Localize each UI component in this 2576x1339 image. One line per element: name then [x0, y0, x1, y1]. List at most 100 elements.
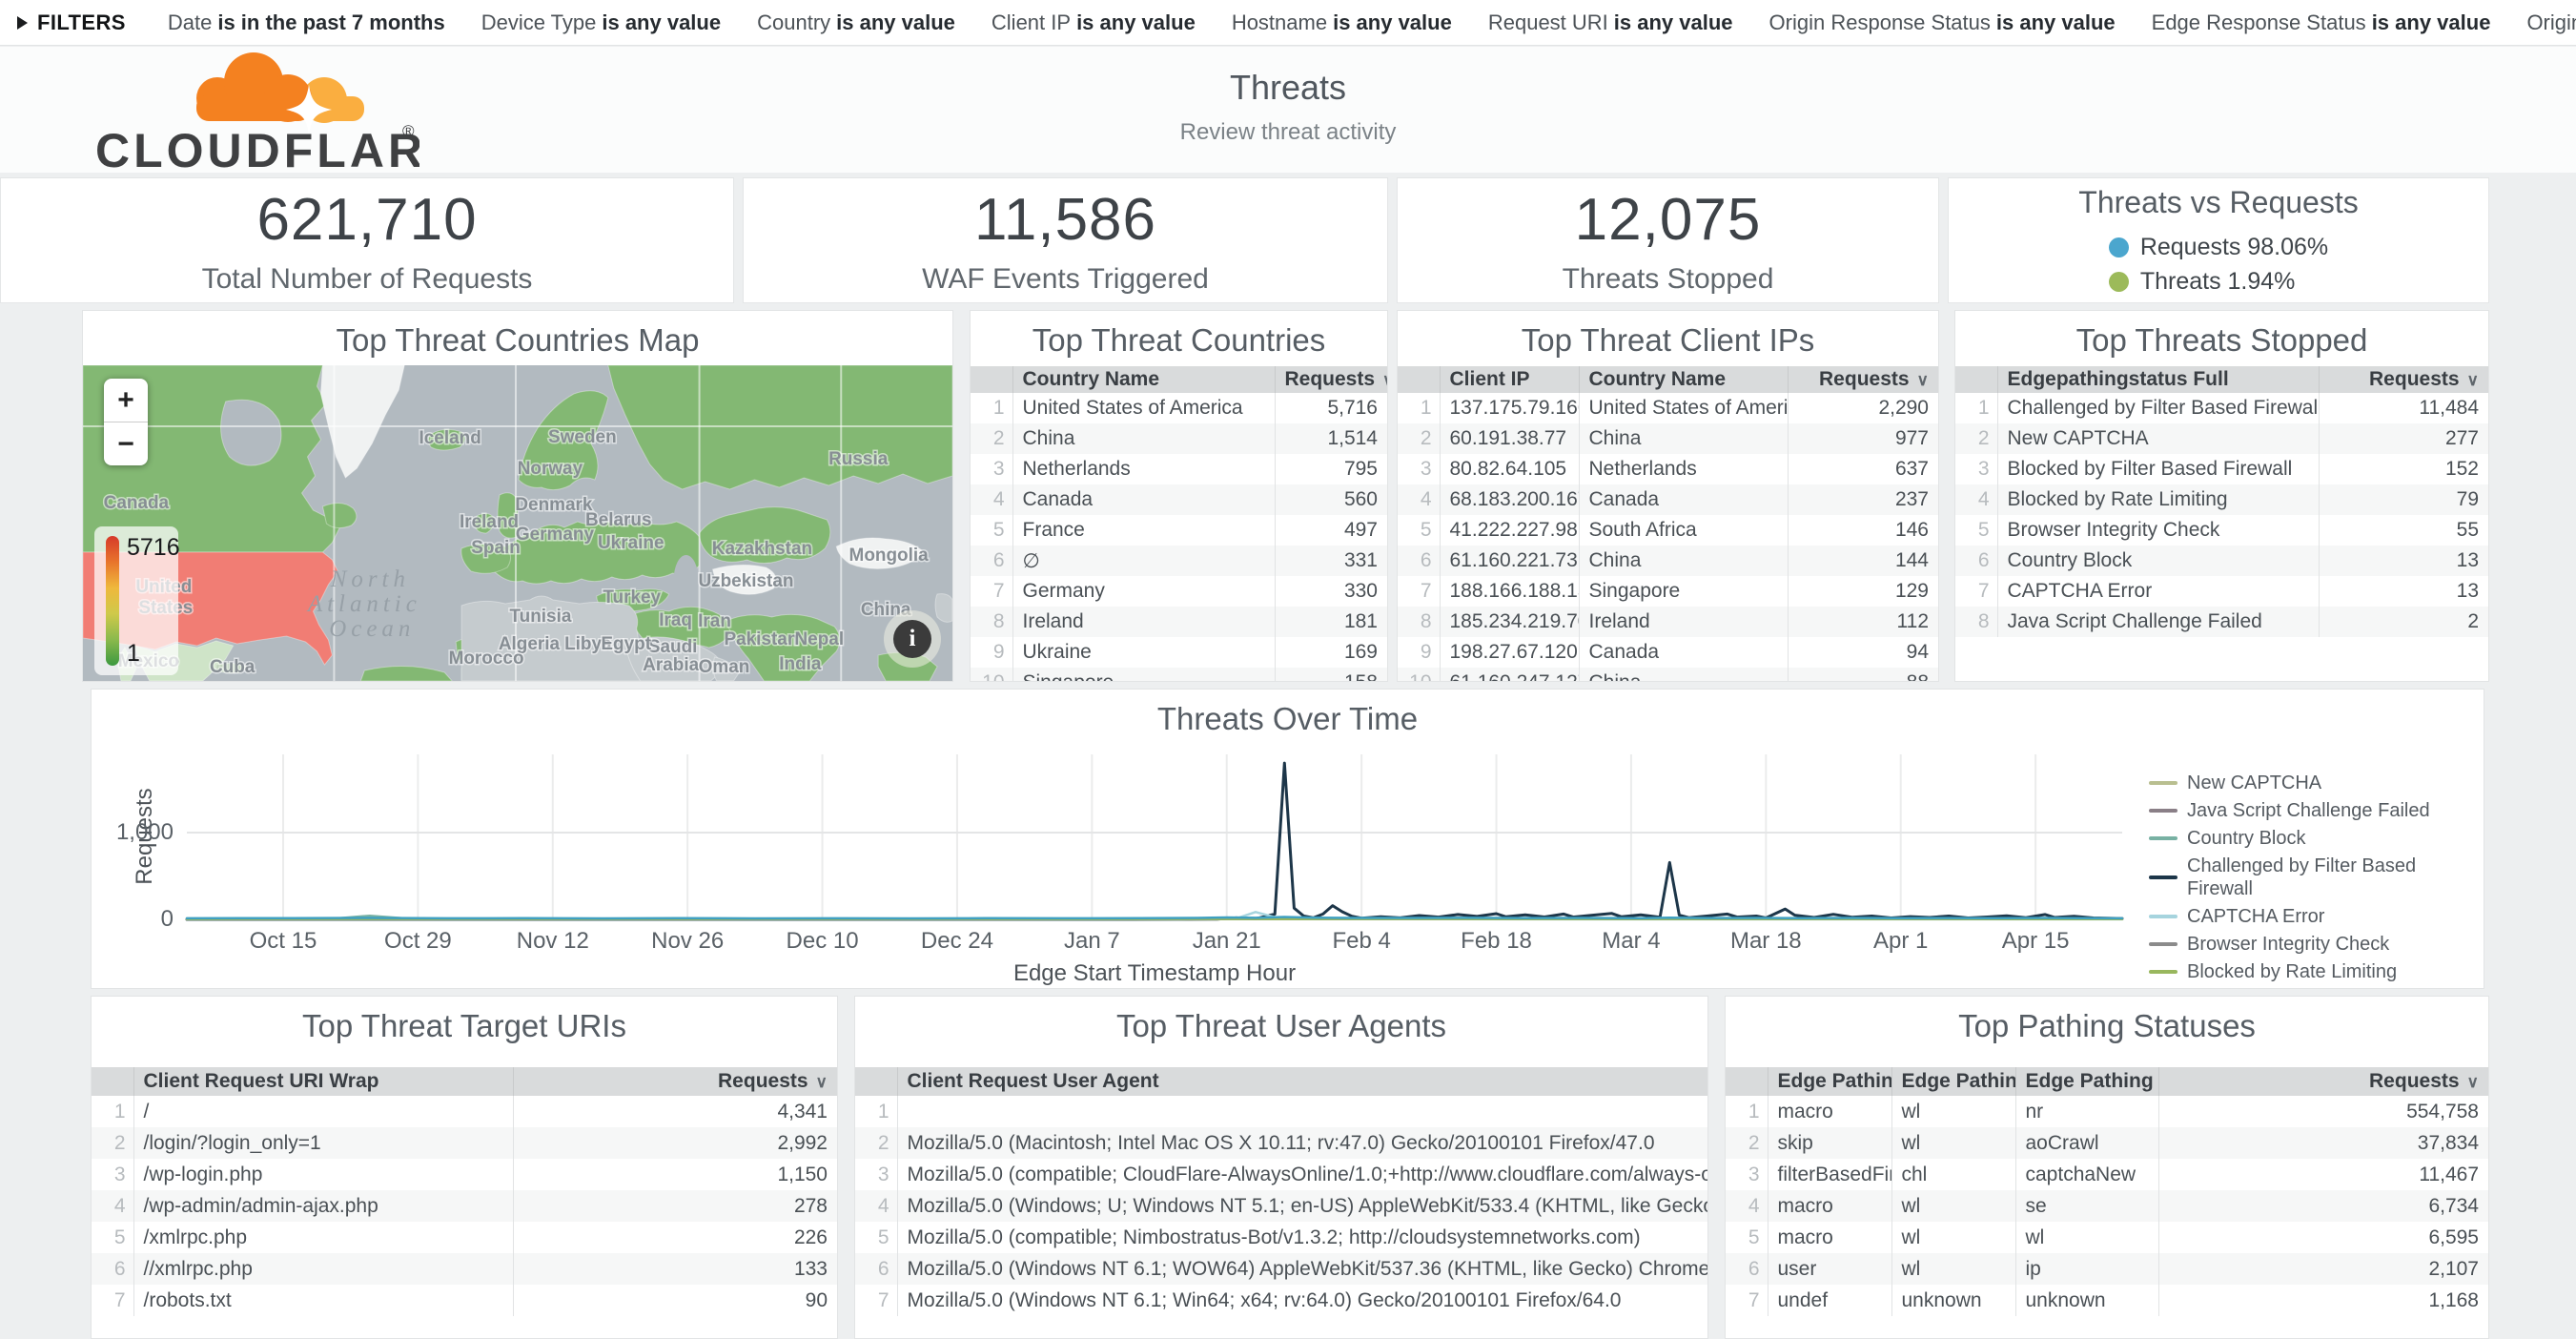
- chart-legend-item[interactable]: New CAPTCHA: [2149, 772, 2484, 794]
- filter-pill[interactable]: Device Typeis any value: [481, 10, 721, 35]
- table-row[interactable]: 6Country Block13: [1955, 546, 2488, 576]
- table-row[interactable]: 2Mozilla/5.0 (Macintosh; Intel Mac OS X …: [855, 1127, 1707, 1159]
- table-row[interactable]: 468.183.200.167Canada237: [1398, 484, 1938, 515]
- table-row[interactable]: 8Java Script Challenge Failed2: [1955, 607, 2488, 637]
- filters-toggle[interactable]: FILTERS: [17, 10, 126, 35]
- column-header[interactable]: Country Name: [1012, 366, 1275, 393]
- chart-legend-item[interactable]: Country Block: [2149, 827, 2484, 850]
- table-row[interactable]: 9198.27.67.120Canada94: [1398, 637, 1938, 668]
- x-tick-label: Feb 18: [1461, 928, 1532, 955]
- table-row[interactable]: 4Mozilla/5.0 (Windows; U; Windows NT 5.1…: [855, 1190, 1707, 1222]
- table-row[interactable]: 1United States of America5,716: [971, 393, 1387, 423]
- table-row[interactable]: 3/wp-login.php1,150: [92, 1159, 837, 1190]
- chart-legend-item[interactable]: Browser Integrity Check: [2149, 933, 2484, 956]
- table-row[interactable]: 3Mozilla/5.0 (compatible; CloudFlare-Alw…: [855, 1159, 1707, 1190]
- table-row[interactable]: 7Germany330: [971, 576, 1387, 607]
- table-row[interactable]: 5/xmlrpc.php226: [92, 1222, 837, 1253]
- series-color-swatch-icon: [2149, 836, 2177, 840]
- table-row[interactable]: 541.222.227.98South Africa146: [1398, 515, 1938, 546]
- chart-legend-item[interactable]: Blocked by Filter Based Firewall: [2149, 988, 2484, 989]
- table-row[interactable]: 7188.166.188.152Singapore129: [1398, 576, 1938, 607]
- table-row[interactable]: 6∅331: [971, 546, 1387, 576]
- column-header[interactable]: Requests∨: [2319, 366, 2488, 393]
- table-row[interactable]: 5macrowlwl6,595: [1726, 1222, 2488, 1253]
- map-zoom-out-button[interactable]: −: [104, 422, 148, 465]
- table-row[interactable]: 3Netherlands795: [971, 454, 1387, 484]
- table-row[interactable]: 1137.175.79.166United States of America2…: [1398, 393, 1938, 423]
- table-row[interactable]: 260.191.38.77China977: [1398, 423, 1938, 454]
- column-header[interactable]: Edge Pathing Src: [1768, 1067, 1891, 1096]
- table-row[interactable]: 4Canada560: [971, 484, 1387, 515]
- table-row[interactable]: 10Singapore158: [971, 668, 1387, 682]
- map-zoom-in-button[interactable]: +: [104, 379, 148, 422]
- filter-pill[interactable]: Hostnameis any value: [1232, 10, 1452, 35]
- column-header[interactable]: Client Request URI Wrap: [133, 1067, 513, 1096]
- chart-plot-area[interactable]: [187, 754, 2122, 919]
- table-row[interactable]: 5France497: [971, 515, 1387, 546]
- table-row[interactable]: 1Challenged by Filter Based Firewall11,4…: [1955, 393, 2488, 423]
- filter-pill[interactable]: Countryis any value: [757, 10, 955, 35]
- table-row[interactable]: 5Browser Integrity Check55: [1955, 515, 2488, 546]
- chart-legend-item[interactable]: Java Script Challenge Failed: [2149, 799, 2484, 822]
- world-map[interactable]: NorthAtlanticOceanCanadaUnitedStatesMexi…: [83, 365, 952, 681]
- column-header[interactable]: Edge Pathing Status: [2015, 1067, 2158, 1096]
- column-header[interactable]: Requests∨: [2158, 1067, 2488, 1096]
- table-row[interactable]: 4Blocked by Rate Limiting79: [1955, 484, 2488, 515]
- table-row[interactable]: 2New CAPTCHA277: [1955, 423, 2488, 454]
- table-row[interactable]: 5Mozilla/5.0 (compatible; Nimbostratus-B…: [855, 1222, 1707, 1253]
- table-row[interactable]: 2/login/?login_only=12,992: [92, 1127, 837, 1159]
- table-row[interactable]: 2China1,514: [971, 423, 1387, 454]
- table-row[interactable]: 1061.160.247.127China88: [1398, 668, 1938, 682]
- top-pathing-statuses-tile: Top Pathing Statuses Edge Pathing SrcEdg…: [1725, 996, 2489, 1339]
- filter-pill[interactable]: Origin IPis any value: [2526, 10, 2576, 35]
- table-row[interactable]: 4macrowlse6,734: [1726, 1190, 2488, 1222]
- table-row[interactable]: 4/wp-admin/admin-ajax.php278: [92, 1190, 837, 1222]
- table-row[interactable]: 6userwlip2,107: [1726, 1253, 2488, 1285]
- table-row[interactable]: 8185.234.219.70Ireland112: [1398, 607, 1938, 637]
- filter-pill[interactable]: Origin Response Statusis any value: [1769, 10, 2116, 35]
- column-header[interactable]: Country Name: [1579, 366, 1788, 393]
- filter-pill[interactable]: Request URIis any value: [1488, 10, 1733, 35]
- column-header[interactable]: Client Request User Agent: [897, 1067, 1707, 1096]
- top-threat-user-agents-table[interactable]: Client Request User Agent12Mozilla/5.0 (…: [855, 1067, 1707, 1316]
- column-header[interactable]: Edgepathingstatus Full: [1997, 366, 2319, 393]
- filter-pill[interactable]: Edge Response Statusis any value: [2152, 10, 2491, 35]
- table-row[interactable]: 7/robots.txt90: [92, 1285, 837, 1316]
- column-header[interactable]: Requests∨: [1788, 366, 1938, 393]
- x-tick-label: Dec 10: [787, 928, 859, 955]
- table-row[interactable]: 1/4,341: [92, 1096, 837, 1127]
- top-threats-stopped-table[interactable]: Edgepathingstatus FullRequests∨1Challeng…: [1955, 366, 2488, 637]
- column-header[interactable]: Client IP: [1440, 366, 1579, 393]
- column-header[interactable]: Edge Pathing Op: [1891, 1067, 2015, 1096]
- column-header[interactable]: Requests∨: [1275, 366, 1387, 393]
- filter-pill[interactable]: Client IPis any value: [992, 10, 1196, 35]
- chart-legend-item[interactable]: Challenged by Filter Based Firewall: [2149, 855, 2484, 900]
- table-row[interactable]: 1macrowlnr554,758: [1726, 1096, 2488, 1127]
- table-row[interactable]: 6Mozilla/5.0 (Windows NT 6.1; WOW64) App…: [855, 1253, 1707, 1285]
- column-header[interactable]: Requests∨: [513, 1067, 837, 1096]
- table-row[interactable]: 2skipwlaoCrawl37,834: [1726, 1127, 2488, 1159]
- table-row[interactable]: 1: [855, 1096, 1707, 1127]
- top-threat-client-ips-table[interactable]: Client IPCountry NameRequests∨1137.175.7…: [1398, 366, 1938, 682]
- top-pathing-statuses-table[interactable]: Edge Pathing SrcEdge Pathing OpEdge Path…: [1726, 1067, 2488, 1316]
- chart-legend: New CAPTCHA Java Script Challenge Failed C…: [2149, 772, 2484, 989]
- table-row[interactable]: 3Blocked by Filter Based Firewall152: [1955, 454, 2488, 484]
- chart-legend-item[interactable]: CAPTCHA Error: [2149, 905, 2484, 928]
- top-threat-target-uris-table[interactable]: Client Request URI WrapRequests∨1/4,3412…: [92, 1067, 837, 1316]
- table-row[interactable]: 7Mozilla/5.0 (Windows NT 6.1; Win64; x64…: [855, 1285, 1707, 1316]
- top-threat-countries-table[interactable]: Country NameRequests∨1United States of A…: [971, 366, 1387, 682]
- sort-desc-icon: ∨: [1382, 371, 1387, 389]
- table-row[interactable]: 3filterBasedFirewallchlcaptchaNew11,467: [1726, 1159, 2488, 1190]
- table-row[interactable]: 661.160.221.73China144: [1398, 546, 1938, 576]
- map-info-button[interactable]: i: [893, 620, 931, 658]
- filter-pill[interactable]: Dateis in the past 7 months: [168, 10, 445, 35]
- table-row[interactable]: 7CAPTCHA Error13: [1955, 576, 2488, 607]
- series-label: CAPTCHA Error: [2187, 905, 2324, 928]
- chart-legend-item[interactable]: Blocked by Rate Limiting: [2149, 960, 2484, 983]
- series-color-swatch-icon: [2149, 942, 2177, 946]
- table-row[interactable]: 7undefunknownunknown1,168: [1726, 1285, 2488, 1316]
- table-row[interactable]: 6//xmlrpc.php133: [92, 1253, 837, 1285]
- table-row[interactable]: 380.82.64.105Netherlands637: [1398, 454, 1938, 484]
- table-row[interactable]: 9Ukraine169: [971, 637, 1387, 668]
- table-row[interactable]: 8Ireland181: [971, 607, 1387, 637]
